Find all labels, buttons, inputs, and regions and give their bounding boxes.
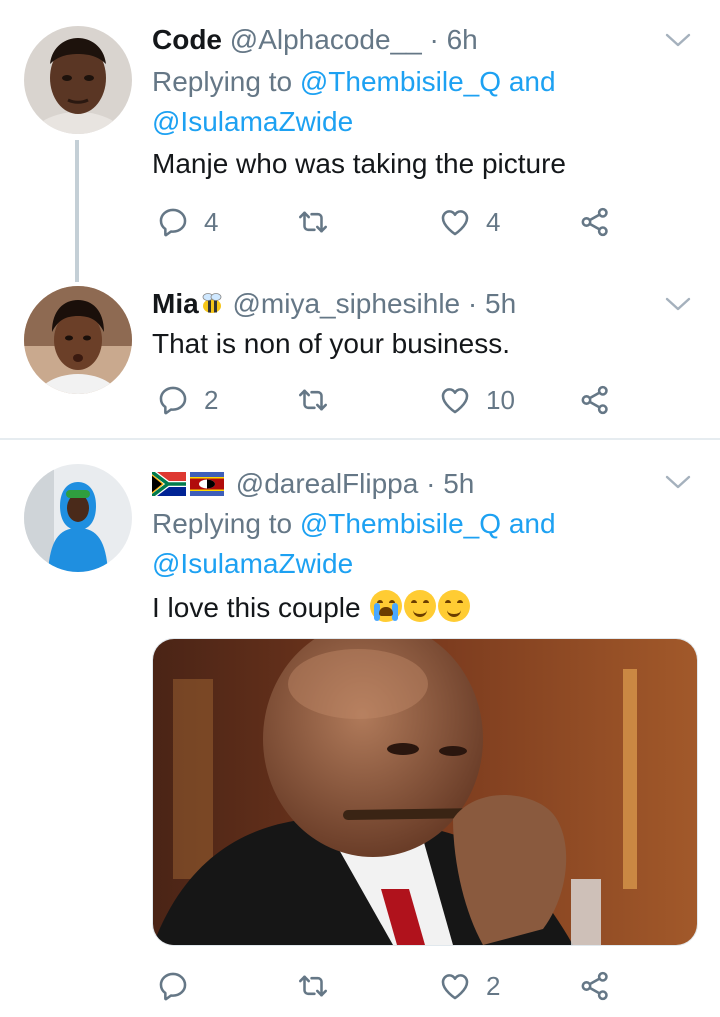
tweet-header: Mia @miya_siphesihle · 5h	[152, 284, 516, 324]
timestamp[interactable]: · 5h	[426, 468, 474, 499]
like-button[interactable]: 10	[438, 380, 515, 420]
tweet-header: Code @Alphacode__ · 6h	[152, 20, 478, 60]
retweet-button[interactable]	[296, 202, 330, 242]
reply-button[interactable]: 2	[156, 380, 218, 420]
user-handle[interactable]: @darealFlippa	[236, 468, 419, 499]
tweet-text: That is non of your business.	[152, 328, 510, 359]
tweet-text-line: I love this couple	[152, 588, 471, 628]
avatar[interactable]	[24, 464, 132, 572]
chevron-down-icon[interactable]	[664, 30, 692, 50]
action-bar: 4 4	[152, 202, 622, 242]
avatar[interactable]	[24, 286, 132, 394]
replying-to: Replying to @Thembisile_Q and @IsulamaZw…	[152, 504, 672, 584]
mention-link[interactable]: @IsulamaZwide	[152, 106, 353, 137]
share-icon	[578, 383, 612, 417]
display-name[interactable]: Code	[152, 24, 222, 55]
tweet-text: I love this couple	[152, 592, 361, 623]
replying-prefix: Replying to	[152, 66, 293, 97]
timestamp[interactable]: · 6h	[429, 24, 477, 55]
eswatini-flag-icon	[190, 472, 224, 496]
like-count: 10	[486, 384, 515, 415]
crying-face-emoji-icon	[370, 590, 403, 622]
action-bar: 2 10	[152, 380, 622, 420]
mention-link[interactable]: @Thembisile_Q	[300, 66, 501, 97]
south-africa-flag-icon	[152, 472, 186, 496]
reply-button[interactable]	[156, 966, 204, 1006]
share-button[interactable]	[578, 966, 612, 1006]
avatar[interactable]	[24, 26, 132, 134]
user-handle[interactable]: @Alphacode__	[230, 24, 422, 55]
reply-count: 2	[204, 384, 219, 415]
and-word: and	[508, 66, 556, 97]
display-name[interactable]: Mia	[152, 288, 199, 319]
like-icon	[438, 383, 472, 417]
retweet-icon	[296, 969, 330, 1003]
like-button[interactable]: 4	[438, 202, 500, 242]
reply-icon	[156, 969, 190, 1003]
tweet-text: Manje who was taking the picture	[152, 148, 566, 179]
tweet[interactable]: Code @Alphacode__ · 6h Replying to @Them…	[0, 0, 720, 282]
tweet[interactable]: @darealFlippa · 5h Replying to @Thembisi…	[0, 440, 720, 1017]
reply-icon	[156, 383, 190, 417]
smiling-face-emoji-icon	[404, 590, 437, 622]
tweet-header: @darealFlippa · 5h	[152, 464, 474, 504]
share-button[interactable]	[578, 202, 612, 242]
like-count: 4	[486, 206, 501, 237]
smiling-face-emoji-icon	[438, 590, 471, 622]
share-icon	[578, 205, 612, 239]
like-icon	[438, 205, 472, 239]
reply-icon	[156, 205, 190, 239]
mention-link[interactable]: @IsulamaZwide	[152, 548, 353, 579]
like-icon	[438, 969, 472, 1003]
user-handle[interactable]: @miya_siphesihle	[232, 288, 460, 319]
like-button[interactable]: 2	[438, 966, 500, 1006]
tweet[interactable]: Mia @miya_siphesihle · 5h That is non of…	[0, 270, 720, 438]
thread-connector	[75, 140, 79, 282]
tweet-media-image[interactable]	[152, 638, 698, 946]
reply-count: 4	[204, 206, 219, 237]
retweet-button[interactable]	[296, 380, 330, 420]
chevron-down-icon[interactable]	[664, 472, 692, 492]
action-bar: 2	[152, 966, 622, 1006]
mention-link[interactable]: @Thembisile_Q	[300, 508, 501, 539]
share-button[interactable]	[578, 380, 612, 420]
replying-prefix: Replying to	[152, 508, 293, 539]
retweet-icon	[296, 205, 330, 239]
and-word: and	[508, 508, 556, 539]
like-count: 2	[486, 970, 501, 1001]
share-icon	[578, 969, 612, 1003]
retweet-button[interactable]	[296, 966, 330, 1006]
timestamp[interactable]: · 5h	[468, 288, 516, 319]
bee-emoji-icon	[202, 293, 222, 313]
chevron-down-icon[interactable]	[664, 294, 692, 314]
replying-to: Replying to @Thembisile_Q and @IsulamaZw…	[152, 62, 672, 142]
retweet-icon	[296, 383, 330, 417]
reply-button[interactable]: 4	[156, 202, 218, 242]
